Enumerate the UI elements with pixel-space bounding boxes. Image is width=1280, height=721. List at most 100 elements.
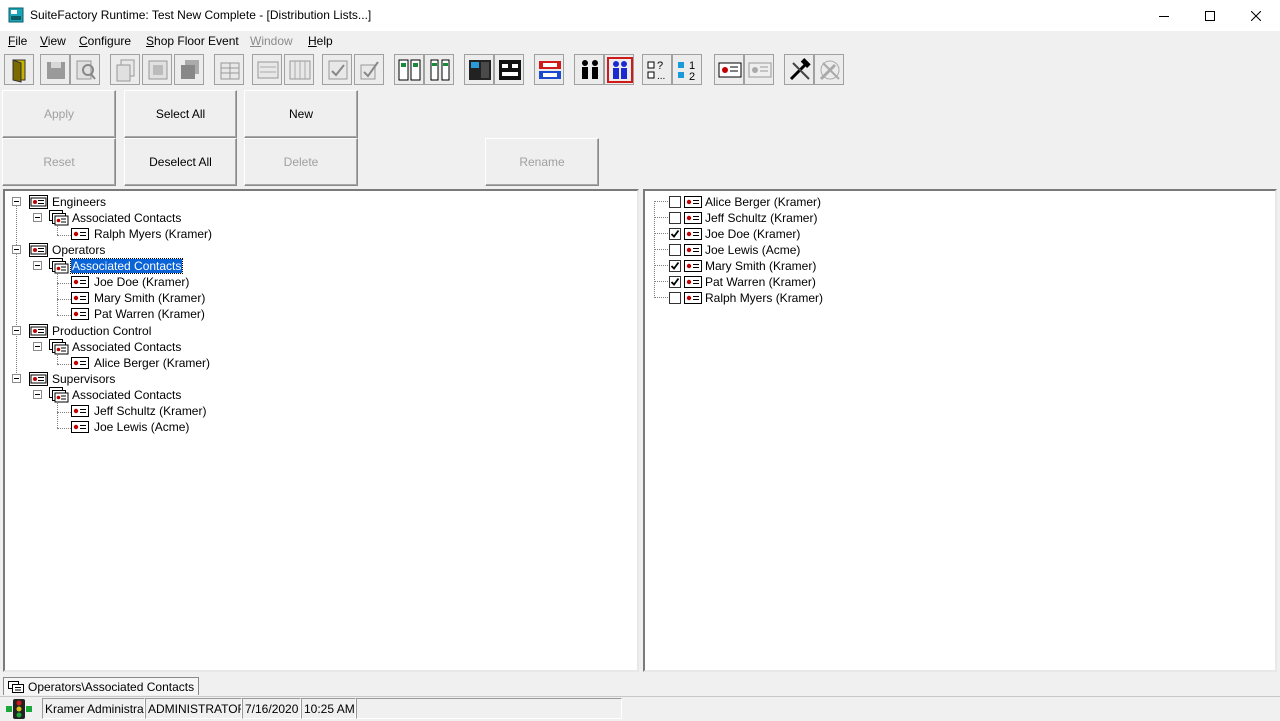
tree-node-label: Associated Contacts: [72, 340, 182, 354]
menu-shop-floor-event[interactable]: Shop Floor Event: [146, 34, 239, 48]
collapse-toggle[interactable]: [12, 197, 21, 206]
tools-button[interactable]: [784, 54, 814, 85]
tree-node[interactable]: Jeff Schultz (Kramer): [5, 403, 635, 419]
bracket-icon: [499, 60, 521, 80]
stack-button[interactable]: [174, 54, 204, 85]
contacts-icon: [49, 258, 69, 274]
id-card-button[interactable]: [714, 54, 744, 85]
list-item[interactable]: Joe Doe (Kramer): [645, 226, 1273, 242]
menu-window[interactable]: Window: [250, 34, 293, 48]
contact-checkbox[interactable]: [669, 196, 681, 208]
tree-node[interactable]: Alice Berger (Kramer): [5, 355, 635, 371]
list-item-label: Joe Doe (Kramer): [705, 227, 801, 241]
tree-node-label: Associated Contacts: [72, 211, 182, 225]
reset-button[interactable]: Reset: [2, 138, 116, 186]
list-button[interactable]: [252, 54, 282, 85]
contact-checkbox[interactable]: [669, 212, 681, 224]
tree-node[interactable]: Engineers: [5, 194, 635, 210]
users-button[interactable]: [574, 54, 604, 85]
id-card-2-button[interactable]: [744, 54, 774, 85]
tree-node-label: Engineers: [52, 195, 107, 209]
close-button[interactable]: [1233, 0, 1279, 31]
list-item[interactable]: Jeff Schultz (Kramer): [645, 210, 1273, 226]
tree-line: [654, 217, 668, 218]
numbered-list-button[interactable]: 12: [672, 54, 702, 85]
path-tab-label: Operators\Associated Contacts: [28, 680, 195, 694]
tools-disabled-button[interactable]: [814, 54, 844, 85]
checkmark-icon: [670, 277, 680, 286]
menu-file[interactable]: File: [8, 34, 27, 48]
contact-checkbox[interactable]: [669, 228, 681, 240]
menu-configure[interactable]: Configure: [79, 34, 131, 48]
title-bar[interactable]: SuiteFactory Runtime: Test New Complete …: [0, 0, 1280, 31]
tree-node[interactable]: Joe Doe (Kramer): [5, 274, 635, 290]
save-button[interactable]: [40, 54, 70, 85]
tree-node[interactable]: Mary Smith (Kramer): [5, 290, 635, 306]
bracket-button[interactable]: [494, 54, 524, 85]
tree-node[interactable]: Production Control: [5, 323, 635, 339]
list-item[interactable]: Alice Berger (Kramer): [645, 194, 1273, 210]
contacts-icon: [49, 339, 69, 355]
grid-button[interactable]: [214, 54, 244, 85]
menu-view[interactable]: View: [40, 34, 66, 48]
select-all-button[interactable]: Select All: [124, 90, 237, 138]
tree-node[interactable]: Joe Lewis (Acme): [5, 419, 635, 435]
tree-node[interactable]: Ralph Myers (Kramer): [5, 226, 635, 242]
collapse-toggle[interactable]: [12, 326, 21, 335]
copy-button[interactable]: [110, 54, 140, 85]
tree-node-label: Ralph Myers (Kramer): [94, 227, 213, 241]
panel-button[interactable]: [464, 54, 494, 85]
list-item[interactable]: Ralph Myers (Kramer): [645, 290, 1273, 306]
deselect-all-button[interactable]: Deselect All: [124, 138, 237, 186]
collapse-toggle[interactable]: [33, 342, 42, 351]
list-item[interactable]: Joe Lewis (Acme): [645, 242, 1273, 258]
check-doc-button[interactable]: [322, 54, 352, 85]
collapse-toggle[interactable]: [33, 261, 42, 270]
collapse-toggle[interactable]: [12, 374, 21, 383]
contact-card-icon: [71, 421, 89, 433]
toolbar: ?... 12: [0, 52, 1280, 89]
distribution-list-tree[interactable]: Engineers Associated Contacts Ralph Myer…: [3, 189, 639, 672]
tree-node[interactable]: Pat Warren (Kramer): [5, 306, 635, 322]
contact-checkbox[interactable]: [669, 292, 681, 304]
exit-button[interactable]: [4, 54, 34, 85]
tree-node[interactable]: Associated Contacts: [5, 387, 635, 403]
tree-node-selected[interactable]: Associated Contacts: [5, 258, 635, 274]
collapse-toggle[interactable]: [33, 213, 42, 222]
list-item[interactable]: Mary Smith (Kramer): [645, 258, 1273, 274]
rack-button[interactable]: [394, 54, 424, 85]
new-button[interactable]: New: [244, 90, 358, 138]
apply-button[interactable]: Apply: [2, 90, 116, 138]
tree-node[interactable]: Associated Contacts: [5, 339, 635, 355]
delete-button[interactable]: Delete: [244, 138, 358, 186]
list-item[interactable]: Pat Warren (Kramer): [645, 274, 1273, 290]
contact-checklist[interactable]: Alice Berger (Kramer) Jeff Schultz (Kram…: [643, 189, 1277, 672]
contact-checkbox[interactable]: [669, 276, 681, 288]
contact-checkbox[interactable]: [669, 244, 681, 256]
collapse-toggle[interactable]: [33, 390, 42, 399]
minimize-button[interactable]: [1141, 0, 1187, 31]
collapse-toggle[interactable]: [12, 245, 21, 254]
tree-node[interactable]: Operators: [5, 242, 635, 258]
find-button[interactable]: [70, 54, 100, 85]
tree-node[interactable]: Associated Contacts: [5, 210, 635, 226]
tree-node-label: Joe Doe (Kramer): [94, 275, 190, 289]
columns-button[interactable]: [284, 54, 314, 85]
question-list-button[interactable]: ?...: [642, 54, 672, 85]
check-doc-2-button[interactable]: [354, 54, 384, 85]
maximize-button[interactable]: [1187, 0, 1233, 31]
tree-node-label: Joe Lewis (Acme): [94, 420, 190, 434]
tree-line: [654, 233, 668, 234]
contact-checkbox[interactable]: [669, 260, 681, 272]
menu-help[interactable]: Help: [308, 34, 333, 48]
properties-button[interactable]: [142, 54, 172, 85]
contact-card-icon: [71, 405, 89, 417]
rack-2-button[interactable]: [424, 54, 454, 85]
rename-button[interactable]: Rename: [485, 138, 599, 186]
network-button[interactable]: [534, 54, 564, 85]
users-red-button[interactable]: [604, 54, 634, 85]
tree-node[interactable]: Supervisors: [5, 371, 635, 387]
network-icon: [539, 61, 561, 79]
path-tab[interactable]: Operators\Associated Contacts: [3, 677, 200, 695]
tree-node-label: Jeff Schultz (Kramer): [94, 404, 207, 418]
